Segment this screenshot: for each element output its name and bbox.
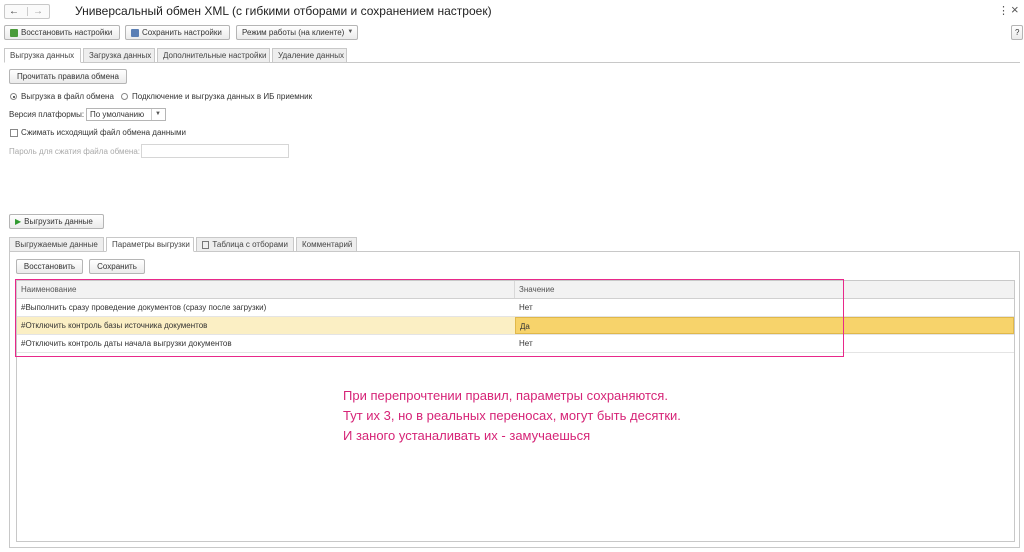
highlight-frame (15, 279, 844, 357)
platform-version-label: Версия платформы: (9, 110, 85, 119)
tab-advanced-settings[interactable]: Дополнительные настройки (157, 48, 270, 63)
table-filter-icon (202, 240, 210, 249)
restore-settings-label: Восстановить настройки (21, 28, 113, 37)
radio-connect-and-export-label: Подключение и выгрузка данных в ИБ прием… (132, 92, 313, 101)
title-bar: ← → Универсальный обмен XML (с гибкими о… (0, 0, 1024, 24)
forward-arrow-icon[interactable]: → (33, 5, 43, 18)
save-disk-icon (131, 28, 139, 37)
annotation-line-2: Тут их 3, но в реальных переносах, могут… (343, 408, 681, 423)
annotation-line-3: И заного устаналивать их - замучаешься (343, 428, 591, 443)
annotation-line-1: При перепрочтении правил, параметры сохр… (343, 388, 668, 403)
tab-filter-table-label: Таблица с отборами (212, 240, 288, 249)
restore-settings-button[interactable]: Восстановить настройки (4, 25, 120, 40)
tab-exported-data[interactable]: Выгружаемые данные (9, 237, 104, 252)
save-settings-button[interactable]: Сохранить настройки (125, 25, 230, 40)
window-title: Универсальный обмен XML (с гибкими отбор… (75, 4, 492, 18)
play-icon: ▶ (15, 217, 22, 226)
restore-icon (10, 28, 18, 37)
help-button[interactable]: ? (1011, 25, 1023, 40)
mode-label: Режим работы (на клиенте) (242, 28, 345, 37)
compress-checkbox[interactable] (10, 129, 18, 137)
mode-dropdown[interactable]: Режим работы (на клиенте) ▼ (236, 25, 358, 40)
platform-version-select[interactable]: По умолчанию ▼ (86, 108, 166, 121)
tab-comment[interactable]: Комментарий (296, 237, 357, 252)
tab-delete-data[interactable]: Удаление данных (272, 48, 347, 63)
export-data-label: Выгрузить данные (24, 217, 93, 226)
tab-filter-table[interactable]: Таблица с отборами (196, 237, 294, 252)
save-settings-label: Сохранить настройки (142, 28, 222, 37)
compress-label: Сжимать исходящий файл обмена данными (21, 128, 186, 137)
nav-group: ← → (4, 4, 50, 19)
params-restore-button[interactable]: Восстановить (16, 259, 83, 274)
read-rules-button[interactable]: Прочитать правила обмена (9, 69, 127, 84)
radio-export-to-file-label: Выгрузка в файл обмена (21, 92, 114, 101)
close-icon[interactable]: × (1011, 2, 1019, 17)
params-save-button[interactable]: Сохранить (89, 259, 145, 274)
platform-dropdown-divider (151, 109, 152, 120)
more-actions-icon[interactable]: ⋮ (998, 4, 1009, 17)
tab-export-parameters[interactable]: Параметры выгрузки (106, 237, 194, 252)
platform-version-value: По умолчанию (90, 110, 145, 119)
radio-export-to-file[interactable] (10, 93, 17, 100)
tab-export[interactable]: Выгрузка данных (4, 48, 81, 63)
export-data-button[interactable]: ▶ Выгрузить данные (9, 214, 104, 229)
radio-connect-and-export[interactable] (121, 93, 128, 100)
nav-divider (27, 7, 28, 16)
dropdown-arrow-icon: ▼ (155, 111, 161, 117)
chevron-down-icon: ▼ (347, 29, 354, 35)
tab-import[interactable]: Загрузка данных (83, 48, 155, 63)
password-label: Пароль для сжатия файла обмена: (9, 147, 141, 156)
password-input[interactable] (141, 144, 289, 158)
back-arrow-icon[interactable]: ← (9, 5, 19, 18)
